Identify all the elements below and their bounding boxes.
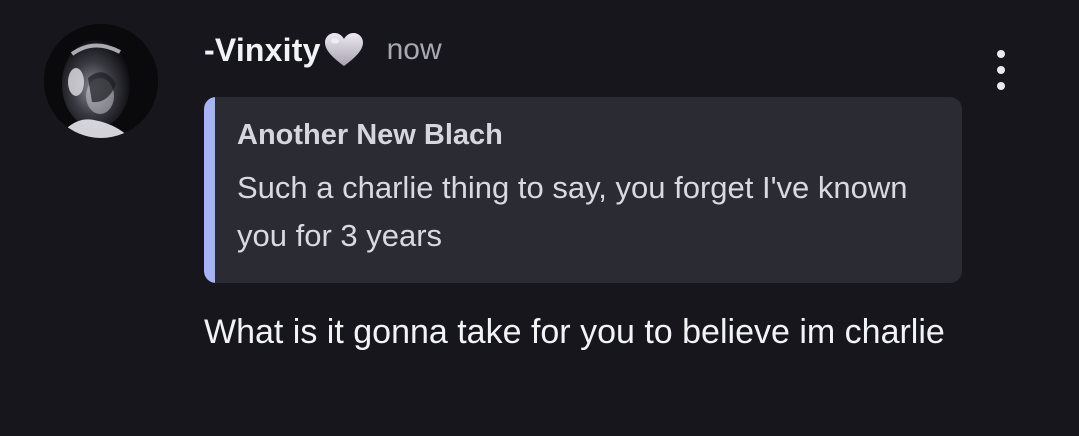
avatar[interactable]	[44, 24, 158, 138]
reply-text: Such a charlie thing to say, you forget …	[237, 170, 908, 253]
avatar-image	[44, 24, 158, 138]
timestamp: now	[386, 33, 442, 66]
message-body: What is it gonna take for you to believe…	[204, 313, 945, 351]
reply-author: Another New Blach	[237, 119, 503, 151]
reply-quote[interactable]: Another New Blach Such a charlie thing t…	[204, 97, 962, 283]
more-vertical-icon-dot	[997, 82, 1005, 90]
more-options-button[interactable]	[984, 50, 1018, 90]
username[interactable]: -Vinxity	[204, 32, 321, 69]
heart-icon	[323, 31, 365, 69]
more-vertical-icon	[997, 50, 1005, 58]
message-header: -Vinxity now	[204, 28, 442, 72]
reply-accent-bar	[204, 97, 215, 283]
more-vertical-icon-dot	[997, 66, 1005, 74]
chat-message: -Vinxity now Another New Blach Such a ch…	[0, 0, 1079, 436]
